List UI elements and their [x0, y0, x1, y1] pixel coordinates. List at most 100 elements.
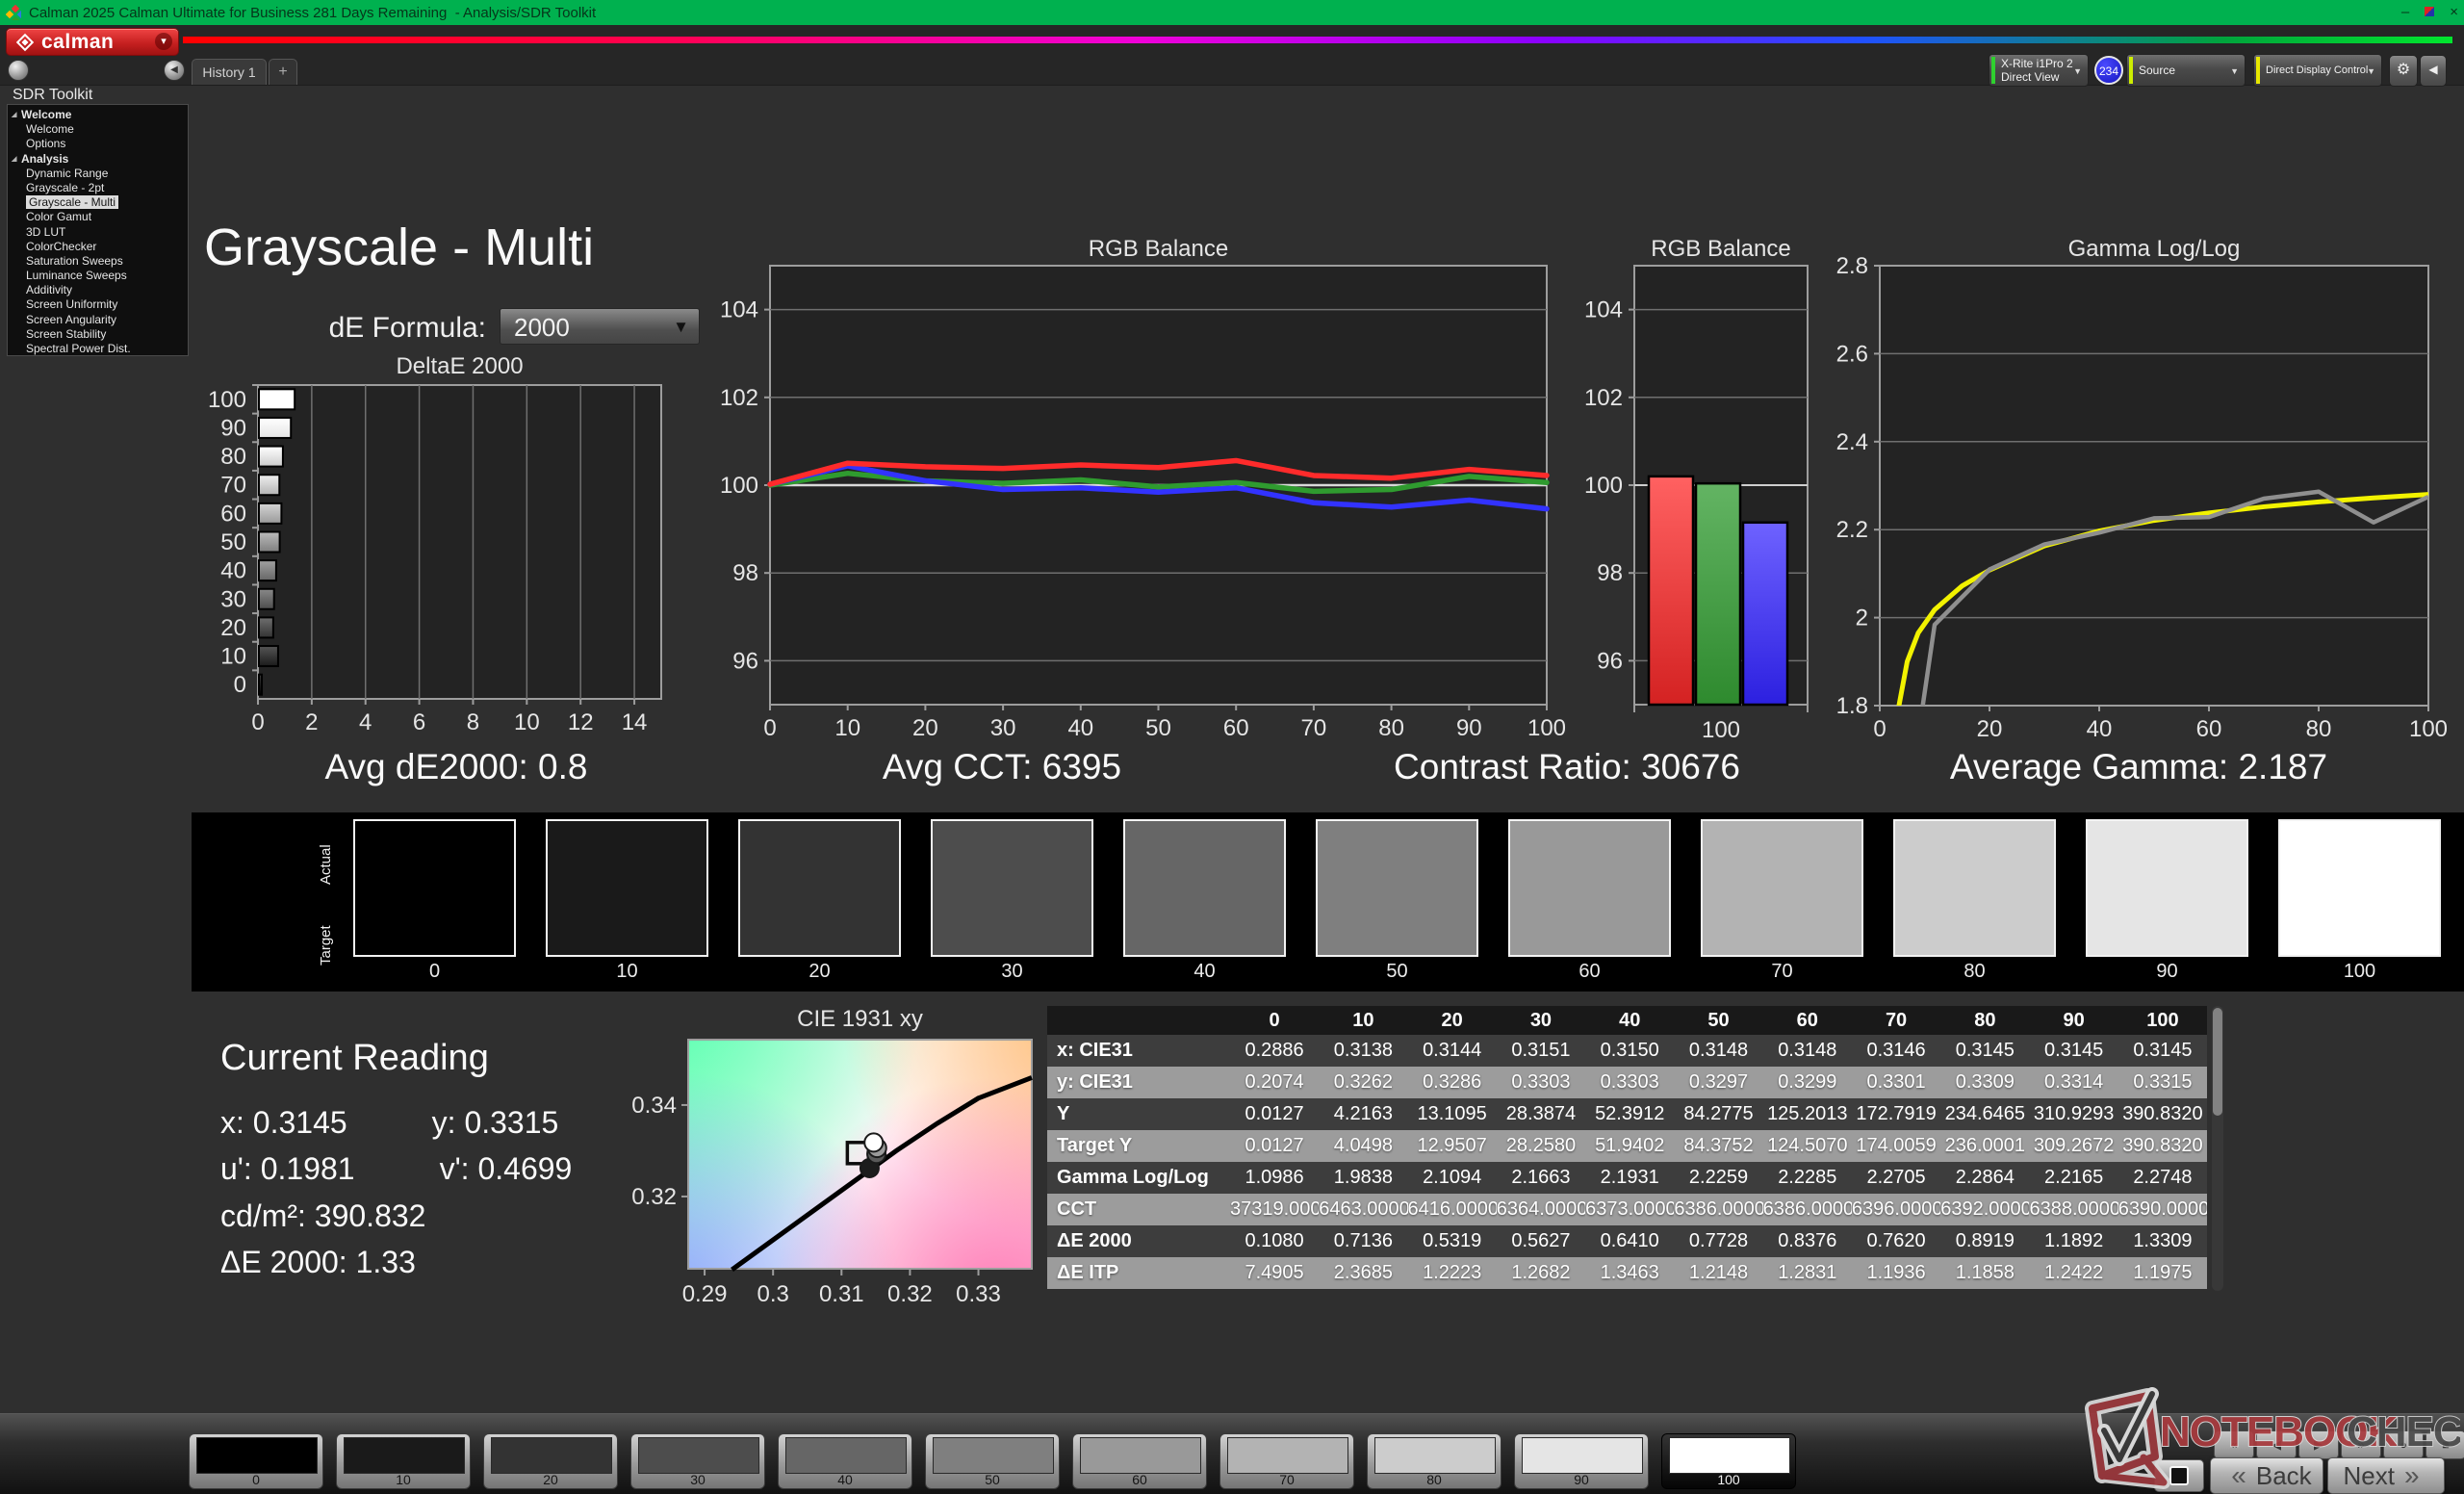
pattern-button-60[interactable]: 60 — [1072, 1433, 1207, 1489]
table-cell: 1.1936 — [1852, 1257, 1940, 1289]
sidebar-item-additivity[interactable]: Additivity — [8, 283, 188, 297]
tick-label: 2.4 — [1836, 429, 1868, 455]
sidebar-item-screen-uniformity[interactable]: Screen Uniformity — [8, 297, 188, 312]
table-scrollbar-thumb[interactable] — [2213, 1008, 2222, 1116]
tick-label: 2.2 — [1836, 517, 1868, 543]
table-cell: 2.2259 — [1674, 1162, 1762, 1194]
table-cell: 84.2775 — [1674, 1098, 1762, 1130]
sidebar-item-colorchecker[interactable]: ColorChecker — [8, 240, 188, 254]
tick-label: 102 — [1584, 385, 1623, 411]
swatch-level-label: 0 — [353, 961, 516, 983]
table-cell: 0.3144 — [1408, 1035, 1497, 1067]
pattern-level-label: 70 — [1220, 1472, 1353, 1487]
tab-history-1[interactable]: History 1 — [192, 59, 267, 85]
de-formula-select[interactable]: 2000 ▼ — [500, 308, 700, 345]
tick-label: 90 — [1456, 715, 1482, 741]
table-cell: 0.3286 — [1408, 1067, 1497, 1098]
tick-label: 98 — [732, 560, 758, 586]
gamma-chart: Gamma Log/Log1.822.22.42.62.802040608010… — [1827, 241, 2464, 747]
pattern-button-40[interactable]: 40 — [778, 1433, 912, 1489]
table-cell: 0.3299 — [1763, 1067, 1852, 1098]
table-cell: 0.8376 — [1763, 1225, 1852, 1257]
table-cell: 0.3303 — [1585, 1067, 1674, 1098]
pattern-button-30[interactable]: 30 — [630, 1433, 765, 1489]
sidebar-item-analysis[interactable]: ◢Analysis — [8, 152, 188, 167]
expander-triangle-icon[interactable]: ◢ — [12, 152, 16, 167]
pattern-level-label: 10 — [337, 1472, 470, 1487]
pattern-button-0[interactable]: 0 — [189, 1433, 323, 1489]
sidebar-item-screen-stability[interactable]: Screen Stability — [8, 327, 188, 342]
pattern-button-70[interactable]: 70 — [1219, 1433, 1354, 1489]
display-control-label: Direct Display Control — [2266, 64, 2381, 77]
source-dropdown[interactable]: Source ▼ — [2126, 54, 2246, 87]
table-cell: 0.3148 — [1674, 1035, 1762, 1067]
logo-bar: calman ▾ — [0, 25, 2464, 57]
tick-label: 2.8 — [1836, 253, 1868, 279]
sidebar-item-3d-lut[interactable]: 3D LUT — [8, 225, 188, 240]
table-cell: 0.3301 — [1852, 1067, 1940, 1098]
expander-triangle-icon[interactable]: ◢ — [12, 108, 16, 122]
sidebar-item-grayscale-multi[interactable]: Grayscale - Multi — [8, 195, 188, 210]
sidebar-item-spectral-power-dist[interactable]: Spectral Power Dist. — [8, 342, 188, 356]
table-row-label: Target Y — [1047, 1130, 1230, 1162]
meter-dropdown[interactable]: X-Rite i1Pro 2 Direct View ▼ — [1989, 54, 2089, 87]
table-cell: 0.3148 — [1763, 1035, 1852, 1067]
sidebar-item-luminance-sweeps[interactable]: Luminance Sweeps — [8, 269, 188, 283]
table-cell: 2.3685 — [1319, 1257, 1407, 1289]
restore-button[interactable] — [2425, 0, 2434, 25]
tick-label: Gamma Log/Log — [2068, 236, 2241, 262]
pattern-button-100[interactable]: 100 — [1661, 1433, 1796, 1489]
minimize-button[interactable]: – — [2401, 0, 2409, 25]
add-tab-button[interactable]: + — [269, 59, 297, 85]
meter-count-badge: 234 — [2094, 56, 2123, 85]
pattern-level-label: 50 — [926, 1472, 1059, 1487]
de-formula-value: 2000 — [514, 313, 570, 342]
table-col-header: 40 — [1585, 1006, 1674, 1035]
pattern-swatch — [785, 1437, 907, 1474]
pattern-button-50[interactable]: 50 — [925, 1433, 1060, 1489]
pattern-button-10[interactable]: 10 — [336, 1433, 471, 1489]
workflow-options-button[interactable] — [8, 60, 29, 81]
pattern-button-90[interactable]: 90 — [1514, 1433, 1649, 1489]
display-control-dropdown[interactable]: Direct Display Control ▼ — [2253, 54, 2382, 87]
grayscale-swatch-50 — [1316, 819, 1478, 957]
grayscale-swatch-0 — [353, 819, 516, 957]
table-cell: 2.1931 — [1585, 1162, 1674, 1194]
table-cell: 6386.0000 — [1674, 1194, 1762, 1225]
collapse-panel-button[interactable]: ◀ — [2420, 55, 2447, 87]
close-button[interactable]: × — [2450, 0, 2458, 25]
sidebar-item-saturation-sweeps[interactable]: Saturation Sweeps — [8, 254, 188, 269]
swatch-level-label: 30 — [931, 961, 1093, 983]
table-cell: 0.5319 — [1408, 1225, 1497, 1257]
sidebar-item-options[interactable]: Options — [8, 137, 188, 151]
tick-label: 100 — [1584, 473, 1623, 499]
settings-button[interactable]: ⚙ — [2389, 55, 2418, 87]
sidebar-item-welcome[interactable]: Welcome — [8, 122, 188, 137]
tick-label: RGB Balance — [1651, 236, 1790, 262]
table-row-label: y: CIE31 — [1047, 1067, 1230, 1098]
calman-window: Calman 2025 Calman Ultimate for Business… — [0, 0, 2464, 1494]
sidebar-item-dynamic-range[interactable]: Dynamic Range — [8, 167, 188, 181]
tick-label: 14 — [622, 709, 648, 735]
table-row-label: ΔE 2000 — [1047, 1225, 1230, 1257]
sidebar-item-color-gamut[interactable]: Color Gamut — [8, 210, 188, 224]
current-reading-row: ΔE 2000: 1.33 — [220, 1245, 416, 1280]
table-cell: 6392.0000 — [1940, 1194, 2029, 1225]
pattern-swatch — [1080, 1437, 1201, 1474]
sidebar-item-grayscale-2pt[interactable]: Grayscale - 2pt — [8, 181, 188, 195]
pattern-button-20[interactable]: 20 — [483, 1433, 618, 1489]
display-control-status-stripe — [2256, 57, 2260, 84]
sidebar-collapse-button[interactable]: ◀ — [164, 60, 185, 81]
table-cell: 390.8320 — [2118, 1130, 2207, 1162]
table-cell: 0.3146 — [1852, 1035, 1940, 1067]
calman-menu-button[interactable]: calman ▾ — [6, 28, 179, 56]
grayscale-swatch-10 — [546, 819, 708, 957]
pattern-level-label: 100 — [1662, 1472, 1795, 1487]
actual-label: Actual — [318, 826, 333, 903]
sidebar-item-screen-angularity[interactable]: Screen Angularity — [8, 313, 188, 327]
sidebar-item-welcome[interactable]: ◢Welcome — [8, 108, 188, 122]
cie-1931-chart: CIE 1931 xy0.320.340.290.30.310.320.33 — [630, 1001, 1064, 1338]
pattern-button-80[interactable]: 80 — [1367, 1433, 1502, 1489]
stat-contrast: Contrast Ratio: 30676 — [1394, 747, 1740, 787]
chevron-down-icon: ▼ — [2230, 66, 2239, 76]
